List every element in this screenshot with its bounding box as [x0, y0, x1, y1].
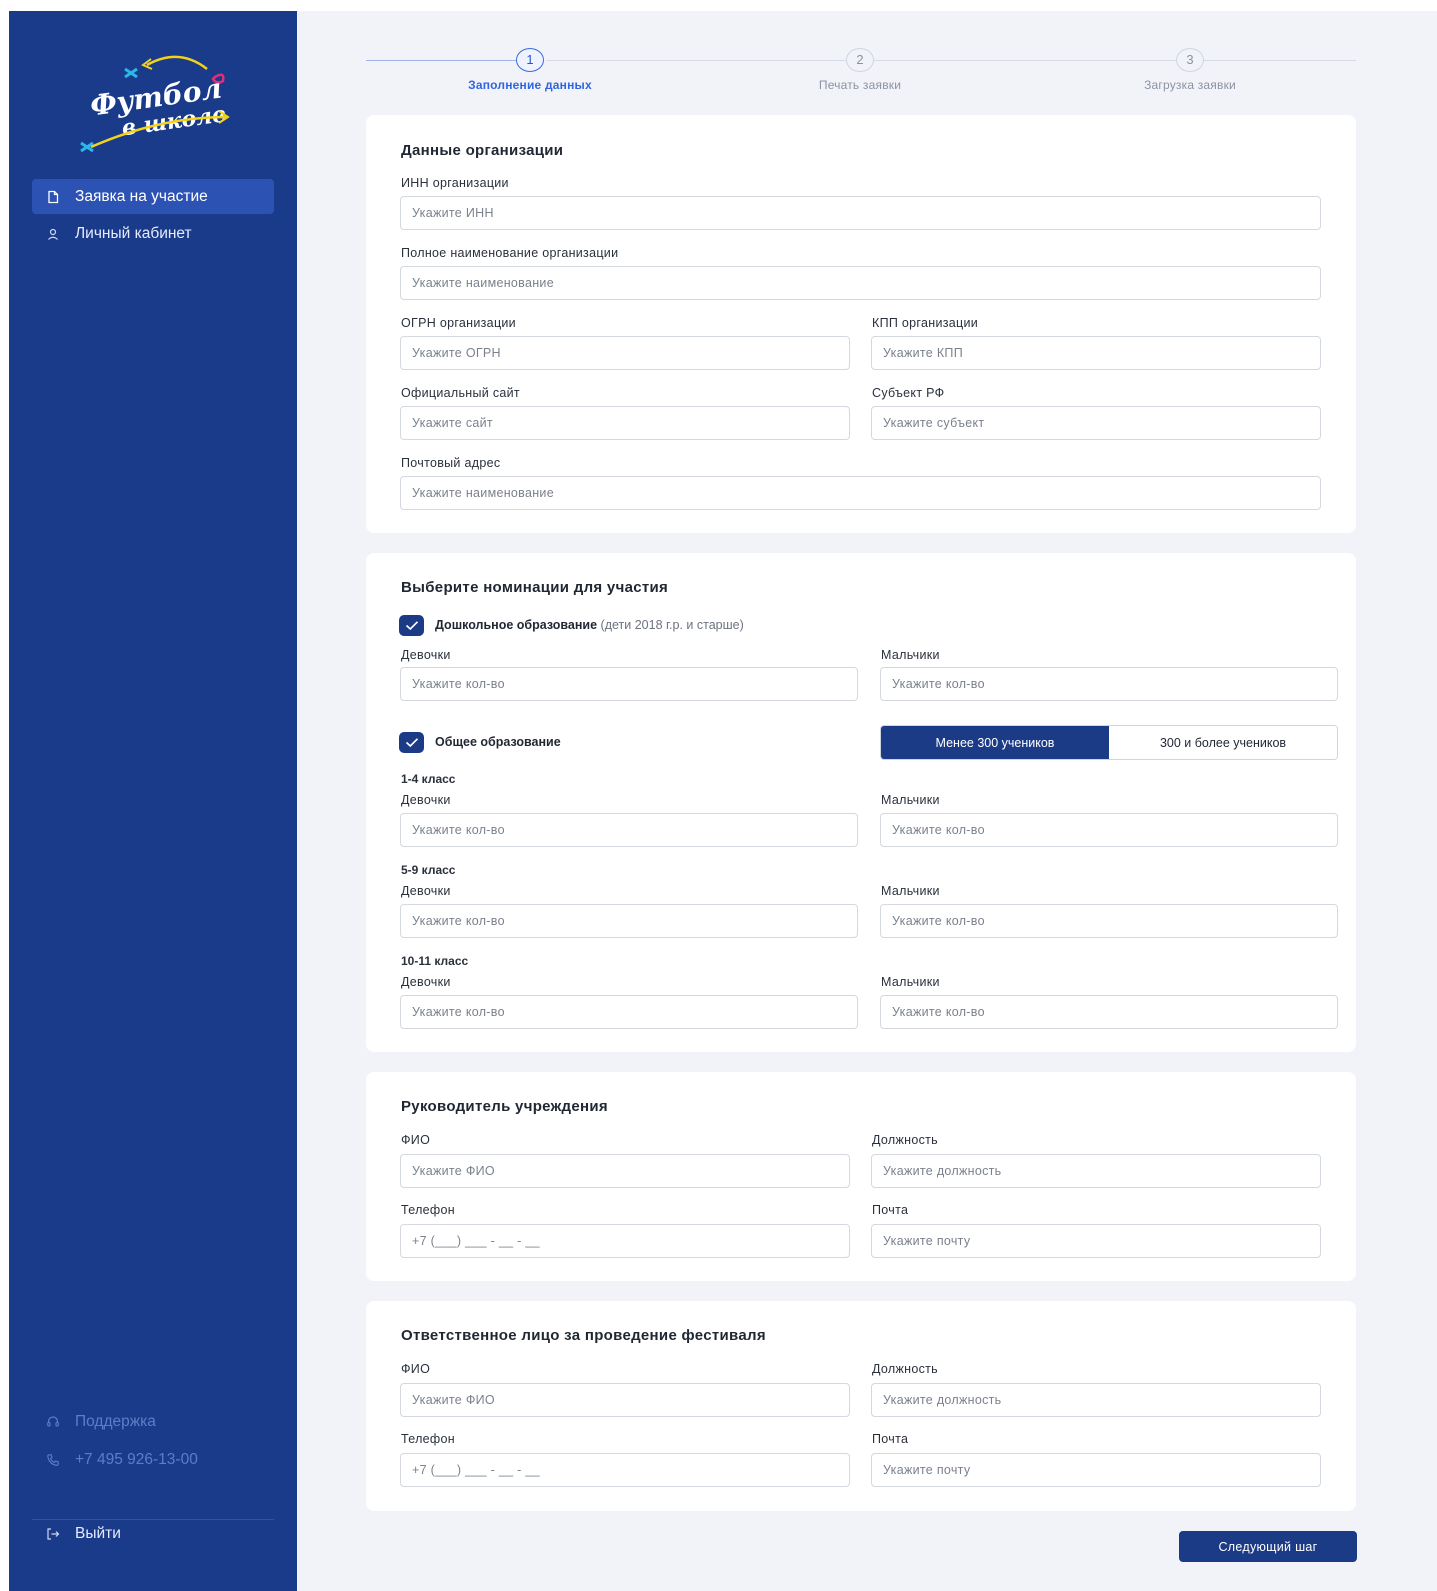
preschool-girls-input[interactable] — [400, 667, 858, 701]
grade-1-4-girls-input[interactable] — [400, 813, 858, 847]
check-icon — [405, 621, 418, 631]
step-label: Загрузка заявки — [1144, 78, 1236, 92]
site-input[interactable] — [400, 406, 850, 440]
stepper: 1 Заполнение данных 2 Печать заявки 3 За… — [366, 48, 1356, 98]
girls-label: Девочки — [401, 793, 451, 807]
organization-card: Данные организации ИНН организации Полно… — [366, 115, 1356, 533]
ogrn-input[interactable] — [400, 336, 850, 370]
fio-label: ФИО — [401, 1362, 431, 1376]
responsible-position-input[interactable] — [871, 1383, 1321, 1417]
head-position-input[interactable] — [871, 1154, 1321, 1188]
preschool-checkbox[interactable] — [399, 615, 424, 636]
position-label: Должность — [872, 1133, 938, 1147]
responsible-email-input[interactable] — [871, 1453, 1321, 1487]
general-checkbox[interactable] — [399, 732, 424, 753]
site-label: Официальный сайт — [401, 386, 520, 400]
step-3[interactable]: 3 Загрузка заявки — [1090, 48, 1290, 92]
fio-label: ФИО — [401, 1133, 431, 1147]
support-label: Поддержка — [75, 1412, 156, 1430]
subject-label: Субъект РФ — [872, 386, 945, 400]
grade-10-11-girls-input[interactable] — [400, 995, 858, 1029]
card-title: Ответственное лицо за проведение фестива… — [401, 1327, 766, 1344]
step-2[interactable]: 2 Печать заявки — [760, 48, 960, 92]
responsible-card: Ответственное лицо за проведение фестива… — [366, 1301, 1356, 1511]
user-icon — [46, 227, 60, 241]
kpp-input[interactable] — [871, 336, 1321, 370]
step-label: Заполнение данных — [468, 78, 592, 92]
boys-label: Мальчики — [881, 884, 940, 898]
step-1[interactable]: 1 Заполнение данных — [430, 48, 630, 92]
step-number: 2 — [846, 48, 874, 72]
logout-button[interactable]: Выйти — [32, 1516, 274, 1551]
logo-image: Футбол в школе — [80, 55, 230, 153]
address-label: Почтовый адрес — [401, 456, 501, 470]
boys-label: Мальчики — [881, 648, 940, 662]
toggle-300-plus[interactable]: 300 и более учеников — [1109, 726, 1337, 759]
card-title: Данные организации — [401, 142, 564, 159]
address-input[interactable] — [400, 476, 1321, 510]
preschool-label: Дошкольное образование (дети 2018 г.р. и… — [435, 618, 744, 632]
preschool-label-text: Дошкольное образование — [435, 618, 598, 632]
headset-icon — [46, 1415, 60, 1429]
responsible-fio-input[interactable] — [400, 1383, 850, 1417]
ogrn-label: ОГРН организации — [401, 316, 516, 330]
grade-10-11-boys-input[interactable] — [880, 995, 1338, 1029]
check-icon — [405, 738, 418, 748]
email-label: Почта — [872, 1203, 909, 1217]
grade-10-11-label: 10-11 класс — [401, 954, 469, 968]
boys-label: Мальчики — [881, 793, 940, 807]
responsible-phone-input[interactable] — [400, 1453, 850, 1487]
school-size-toggle: Менее 300 учеников 300 и более учеников — [880, 725, 1338, 760]
document-icon — [46, 190, 60, 204]
step-number: 3 — [1176, 48, 1204, 72]
toggle-less-300[interactable]: Менее 300 учеников — [881, 726, 1109, 759]
girls-label: Девочки — [401, 884, 451, 898]
sidebar-item-label: Личный кабинет — [75, 224, 192, 242]
next-step-button[interactable]: Следующий шаг — [1179, 1531, 1357, 1562]
preschool-note: (дети 2018 г.р. и старше) — [600, 618, 744, 632]
grade-1-4-boys-input[interactable] — [880, 813, 1338, 847]
grade-5-9-label: 5-9 класс — [401, 863, 456, 877]
position-label: Должность — [872, 1362, 938, 1376]
fullname-input[interactable] — [400, 266, 1321, 300]
grade-1-4-label: 1-4 класс — [401, 772, 456, 786]
head-card: Руководитель учреждения ФИО Должность Те… — [366, 1072, 1356, 1281]
logo[interactable]: Футбол в школе — [79, 47, 239, 167]
step-number: 1 — [516, 48, 544, 72]
email-label: Почта — [872, 1432, 909, 1446]
girls-label: Девочки — [401, 975, 451, 989]
subject-input[interactable] — [871, 406, 1321, 440]
nominations-card: Выберите номинации для участия Дошкольно… — [366, 553, 1356, 1052]
fullname-label: Полное наименование организации — [401, 246, 619, 260]
kpp-label: КПП организации — [872, 316, 979, 330]
phone-label: Телефон — [401, 1432, 455, 1446]
boys-label: Мальчики — [881, 975, 940, 989]
grade-5-9-girls-input[interactable] — [400, 904, 858, 938]
head-email-input[interactable] — [871, 1224, 1321, 1258]
phone-label: +7 495 926-13-00 — [75, 1450, 198, 1468]
sidebar: Футбол в школе Заявка на участие Личный … — [9, 11, 297, 1591]
inn-input[interactable] — [400, 196, 1321, 230]
logout-label: Выйти — [75, 1524, 121, 1542]
sidebar-item-account[interactable]: Личный кабинет — [32, 216, 274, 251]
sidebar-item-application[interactable]: Заявка на участие — [32, 179, 274, 214]
preschool-boys-input[interactable] — [880, 667, 1338, 701]
inn-label: ИНН организации — [401, 176, 509, 190]
sidebar-item-label: Заявка на участие — [75, 187, 208, 205]
step-label: Печать заявки — [818, 78, 902, 92]
sidebar-item-phone[interactable]: +7 495 926-13-00 — [32, 1442, 274, 1477]
head-phone-input[interactable] — [400, 1224, 850, 1258]
girls-label: Девочки — [401, 648, 451, 662]
general-label: Общее образование — [435, 735, 561, 749]
head-fio-input[interactable] — [400, 1154, 850, 1188]
logout-icon — [46, 1527, 60, 1541]
card-title: Руководитель учреждения — [401, 1098, 608, 1115]
phone-label: Телефон — [401, 1203, 455, 1217]
sidebar-item-support[interactable]: Поддержка — [32, 1404, 274, 1439]
grade-5-9-boys-input[interactable] — [880, 904, 1338, 938]
phone-icon — [46, 1453, 60, 1467]
card-title: Выберите номинации для участия — [401, 579, 669, 596]
